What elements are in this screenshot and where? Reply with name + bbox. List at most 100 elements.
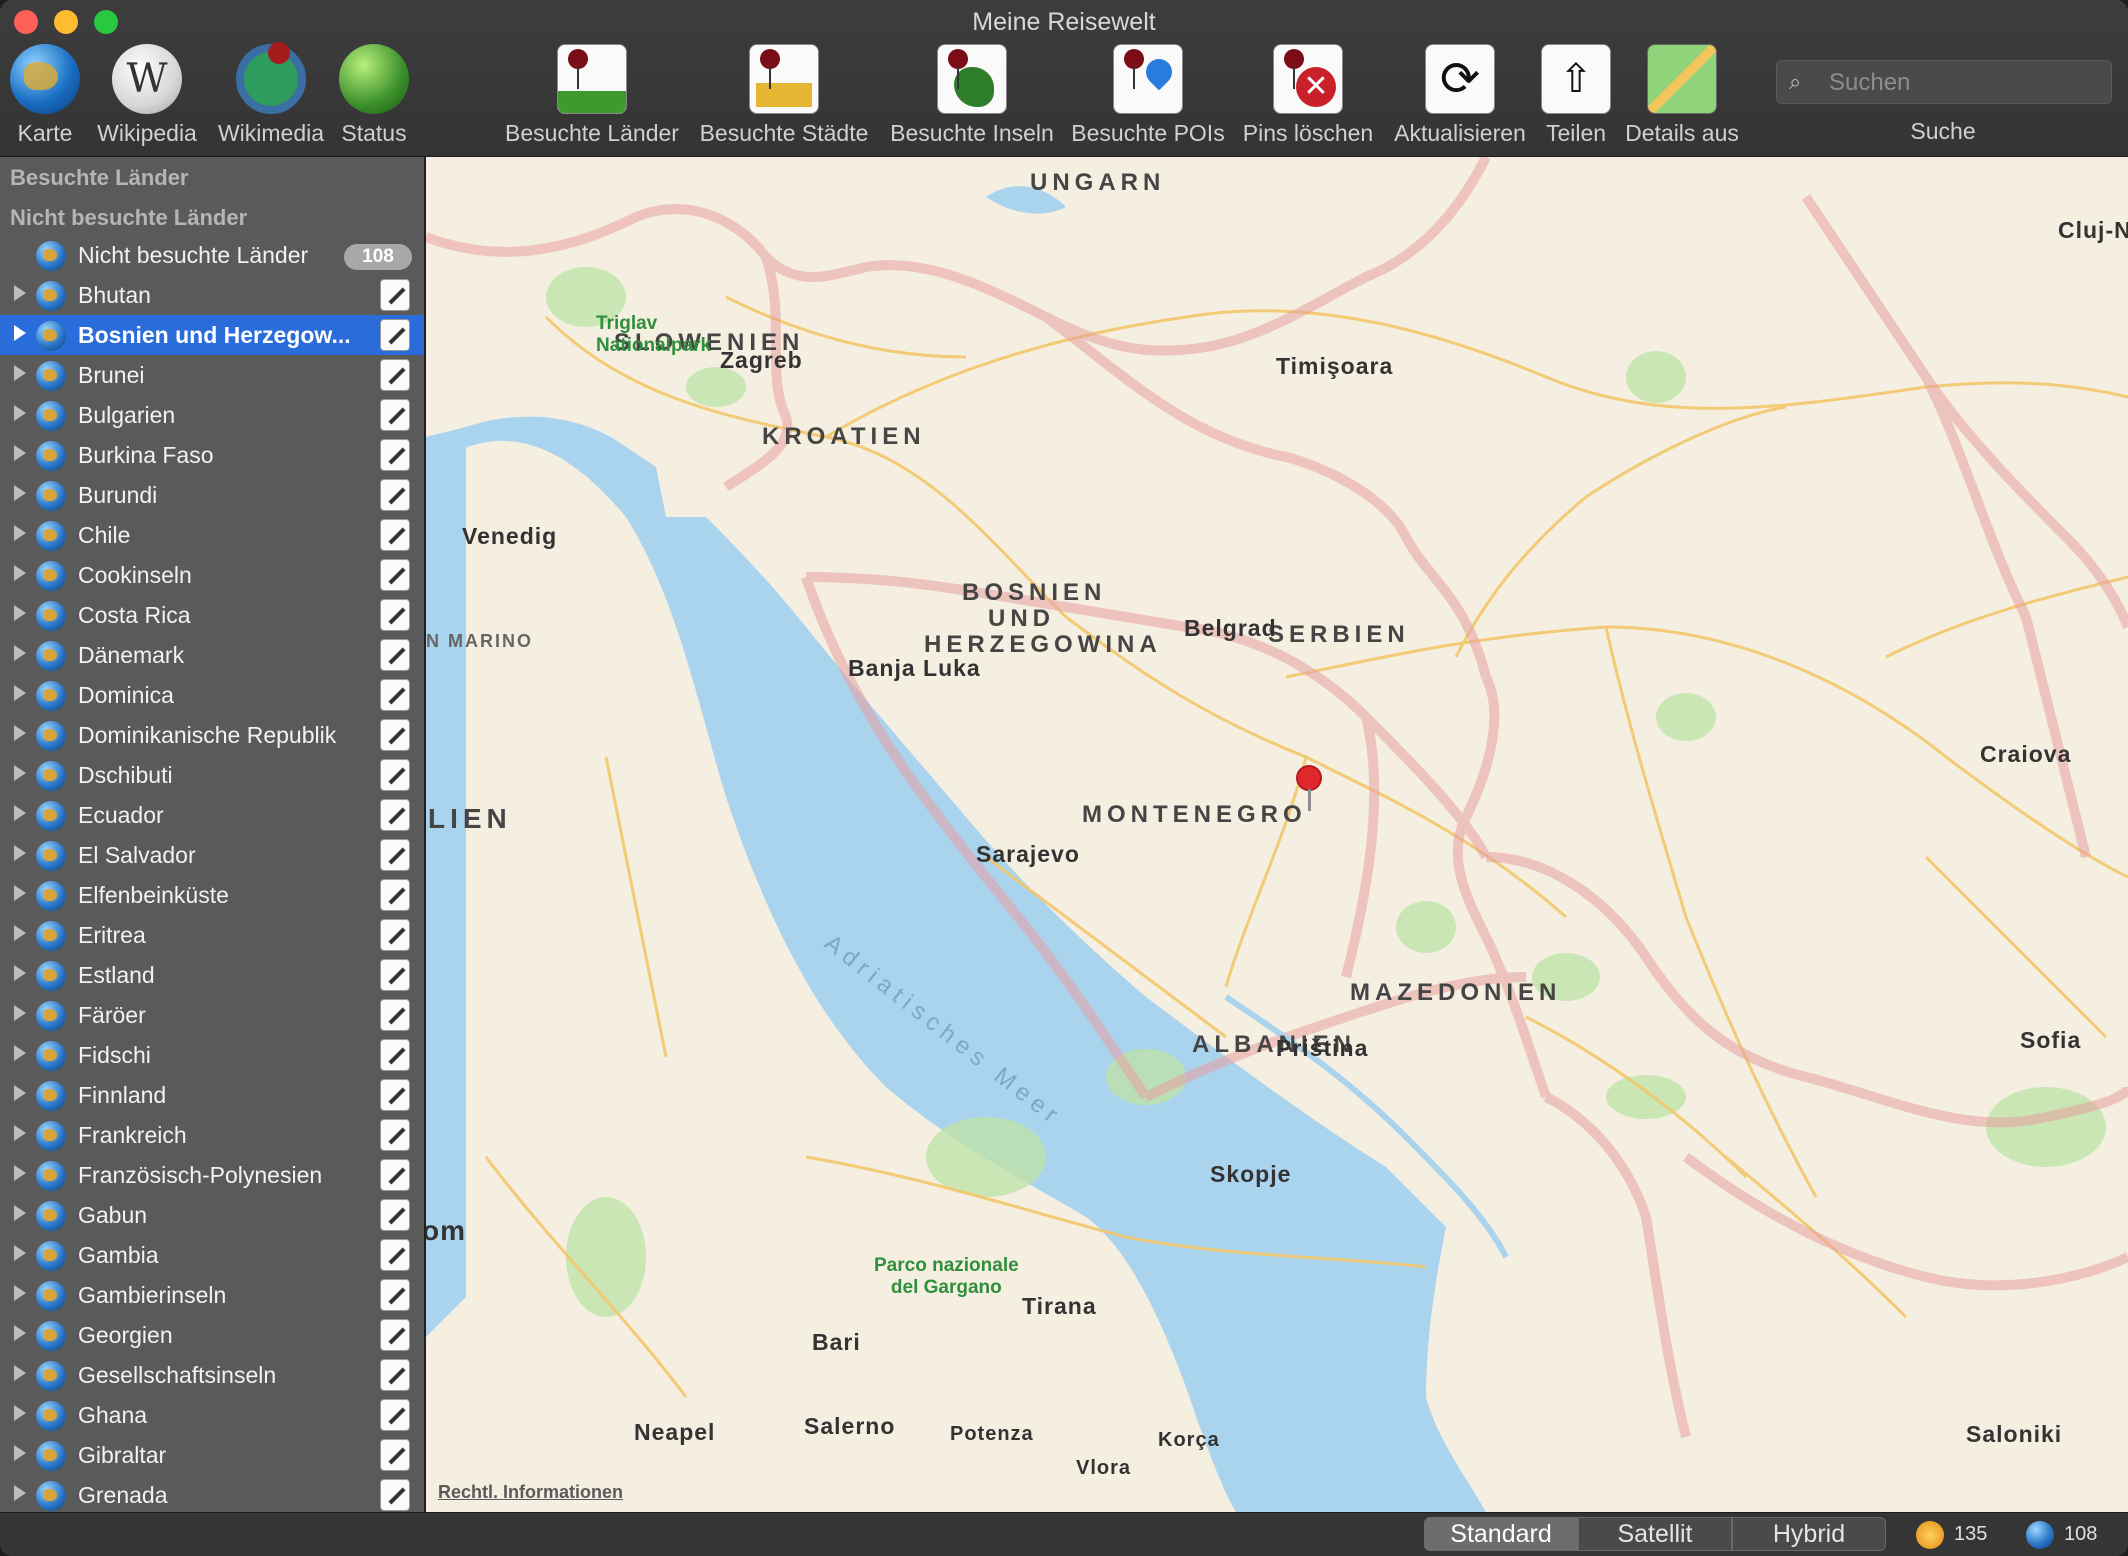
toolbar-karte-button[interactable]: Karte: [8, 44, 82, 148]
country-row[interactable]: Ecuador: [0, 795, 424, 835]
country-row[interactable]: Dschibuti: [0, 755, 424, 795]
disclosure-triangle-icon[interactable]: [14, 605, 26, 621]
country-row[interactable]: Fidschi: [0, 1035, 424, 1075]
legal-link[interactable]: Rechtl. Informationen: [438, 1482, 623, 1503]
toolbar-delete-pins-button[interactable]: ✕ Pins löschen: [1240, 44, 1376, 148]
country-sidebar[interactable]: Besuchte Länder Nicht besuchte Länder Ni…: [0, 157, 426, 1512]
disclosure-triangle-icon[interactable]: [14, 765, 26, 781]
toolbar-visited-countries-button[interactable]: Besuchte Länder: [504, 44, 680, 148]
disclosure-triangle-icon[interactable]: [14, 445, 26, 461]
disclosure-triangle-icon[interactable]: [14, 805, 26, 821]
country-row[interactable]: Gambierinseln: [0, 1275, 424, 1315]
disclosure-triangle-icon[interactable]: [14, 885, 26, 901]
disclosure-triangle-icon[interactable]: [14, 645, 26, 661]
edit-icon[interactable]: [380, 519, 410, 551]
country-row[interactable]: Elfenbeinküste: [0, 875, 424, 915]
country-row[interactable]: Cookinseln: [0, 555, 424, 595]
country-row[interactable]: Gabun: [0, 1195, 424, 1235]
disclosure-triangle-icon[interactable]: [14, 1485, 26, 1501]
disclosure-triangle-icon[interactable]: [14, 325, 26, 341]
country-row[interactable]: Färöer: [0, 995, 424, 1035]
disclosure-triangle-icon[interactable]: [14, 1245, 26, 1261]
edit-icon[interactable]: [380, 399, 410, 431]
country-row[interactable]: Bulgarien: [0, 395, 424, 435]
country-row[interactable]: Grenada: [0, 1475, 424, 1512]
search-input[interactable]: [1827, 65, 2101, 101]
toolbar-details-button[interactable]: Details aus: [1622, 44, 1742, 148]
edit-icon[interactable]: [380, 839, 410, 871]
disclosure-triangle-icon[interactable]: [14, 1325, 26, 1341]
map-type-hybrid[interactable]: Hybrid: [1732, 1517, 1886, 1551]
edit-icon[interactable]: [380, 1039, 410, 1071]
section-header-visited[interactable]: Besuchte Länder: [10, 165, 189, 191]
group-row-unvisited[interactable]: Nicht besuchte Länder 108: [0, 235, 424, 275]
edit-icon[interactable]: [380, 879, 410, 911]
country-row[interactable]: Dänemark: [0, 635, 424, 675]
location-pin[interactable]: [1296, 765, 1322, 791]
edit-icon[interactable]: [380, 1439, 410, 1471]
edit-icon[interactable]: [380, 1239, 410, 1271]
country-row[interactable]: Eritrea: [0, 915, 424, 955]
edit-icon[interactable]: [380, 479, 410, 511]
toolbar-visited-islands-button[interactable]: Besuchte Inseln: [884, 44, 1060, 148]
edit-icon[interactable]: [380, 1319, 410, 1351]
edit-icon[interactable]: [380, 719, 410, 751]
disclosure-triangle-icon[interactable]: [14, 365, 26, 381]
toolbar-visited-cities-button[interactable]: Besuchte Städte: [696, 44, 872, 148]
search-field[interactable]: ⌕: [1776, 60, 2112, 104]
disclosure-triangle-icon[interactable]: [14, 1005, 26, 1021]
country-row[interactable]: Gibraltar: [0, 1435, 424, 1475]
disclosure-triangle-icon[interactable]: [14, 965, 26, 981]
map-view[interactable]: UNGARN SLOWENIEN KROATIEN BOSNIEN UND HE…: [426, 157, 2128, 1512]
disclosure-triangle-icon[interactable]: [14, 1365, 26, 1381]
country-row[interactable]: Estland: [0, 955, 424, 995]
edit-icon[interactable]: [380, 439, 410, 471]
edit-icon[interactable]: [380, 1159, 410, 1191]
toolbar-refresh-button[interactable]: ⟳ Aktualisieren: [1390, 44, 1530, 148]
disclosure-triangle-icon[interactable]: [14, 1285, 26, 1301]
disclosure-triangle-icon[interactable]: [14, 1045, 26, 1061]
edit-icon[interactable]: [380, 639, 410, 671]
country-row[interactable]: Costa Rica: [0, 595, 424, 635]
country-row[interactable]: Burundi: [0, 475, 424, 515]
edit-icon[interactable]: [380, 799, 410, 831]
edit-icon[interactable]: [380, 919, 410, 951]
country-row[interactable]: Gambia: [0, 1235, 424, 1275]
disclosure-triangle-icon[interactable]: [14, 845, 26, 861]
edit-icon[interactable]: [380, 1399, 410, 1431]
country-row[interactable]: Bhutan: [0, 275, 424, 315]
country-row[interactable]: Ghana: [0, 1395, 424, 1435]
edit-icon[interactable]: [380, 679, 410, 711]
country-row[interactable]: Bosnien und Herzegow...: [0, 315, 424, 355]
map-type-standard[interactable]: Standard: [1424, 1517, 1578, 1551]
country-row[interactable]: Chile: [0, 515, 424, 555]
edit-icon[interactable]: [380, 1359, 410, 1391]
disclosure-triangle-icon[interactable]: [14, 1085, 26, 1101]
edit-icon[interactable]: [380, 559, 410, 591]
country-row[interactable]: El Salvador: [0, 835, 424, 875]
country-row[interactable]: Dominica: [0, 675, 424, 715]
disclosure-triangle-icon[interactable]: [14, 1405, 26, 1421]
edit-icon[interactable]: [380, 279, 410, 311]
country-row[interactable]: Gesellschaftsinseln: [0, 1355, 424, 1395]
edit-icon[interactable]: [380, 319, 410, 351]
toolbar-share-button[interactable]: ⇧ Teilen: [1538, 44, 1614, 148]
edit-icon[interactable]: [380, 1279, 410, 1311]
disclosure-triangle-icon[interactable]: [14, 565, 26, 581]
disclosure-triangle-icon[interactable]: [14, 685, 26, 701]
country-row[interactable]: Französisch-Polynesien: [0, 1155, 424, 1195]
country-row[interactable]: Georgien: [0, 1315, 424, 1355]
disclosure-triangle-icon[interactable]: [14, 1125, 26, 1141]
country-row[interactable]: Brunei: [0, 355, 424, 395]
country-row[interactable]: Burkina Faso: [0, 435, 424, 475]
country-row[interactable]: Dominikanische Republik: [0, 715, 424, 755]
edit-icon[interactable]: [380, 1199, 410, 1231]
country-row[interactable]: Frankreich: [0, 1115, 424, 1155]
edit-icon[interactable]: [380, 959, 410, 991]
disclosure-triangle-icon[interactable]: [14, 925, 26, 941]
toolbar-wikimedia-button[interactable]: Wikimedia: [216, 42, 326, 148]
edit-icon[interactable]: [380, 759, 410, 791]
toolbar-wikipedia-button[interactable]: W Wikipedia: [94, 44, 200, 148]
country-row[interactable]: Finnland: [0, 1075, 424, 1115]
section-header-unvisited[interactable]: Nicht besuchte Länder: [10, 205, 247, 231]
